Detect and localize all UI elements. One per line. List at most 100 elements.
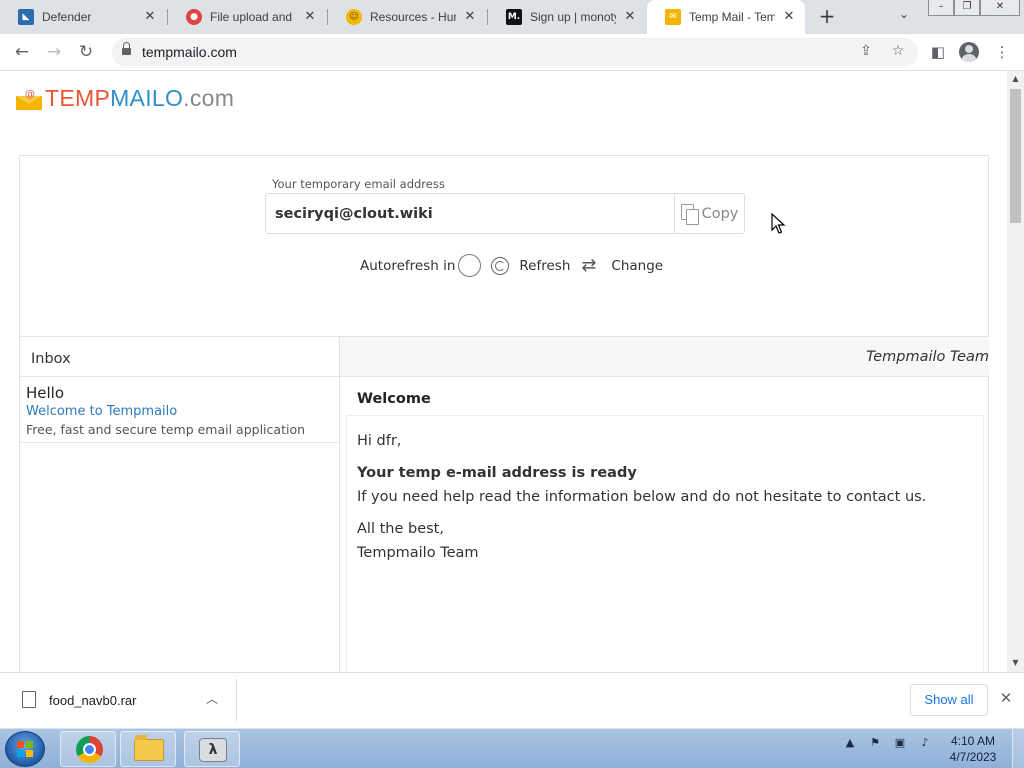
chevron-up-icon[interactable]: ︿ bbox=[204, 690, 220, 706]
system-tray: ▲ ⚑ ▣ ♪ bbox=[842, 735, 933, 751]
reload-icon[interactable]: ↻ bbox=[75, 42, 97, 64]
tab-title: Temp Mail - Temp bbox=[689, 10, 775, 24]
divider bbox=[236, 679, 237, 721]
close-icon[interactable]: ✕ bbox=[998, 690, 1014, 706]
clock[interactable]: 4:10 AM 4/7/2023 bbox=[944, 733, 1002, 765]
logo-text-temp: TEMP bbox=[45, 85, 111, 111]
tab-title: File upload and sh bbox=[210, 10, 296, 24]
logo-text-mailo: MAILO bbox=[110, 85, 184, 111]
tempmailo-logo[interactable]: @ TEMP MAILO .com bbox=[16, 85, 234, 112]
message-body: Hi dfr, Your temp e-mail address is read… bbox=[346, 415, 984, 672]
mail-subject[interactable]: Welcome to Tempmailo bbox=[26, 404, 333, 419]
profile-avatar-icon[interactable] bbox=[959, 42, 979, 62]
show-all-button[interactable]: Show all bbox=[910, 684, 988, 716]
mail-actions: Autorefresh in Refresh ⇄ Change bbox=[360, 254, 663, 277]
bookmark-star-icon[interactable]: ☆ bbox=[888, 43, 908, 63]
clock-time: 4:10 AM bbox=[950, 734, 996, 748]
tray-chevron-icon[interactable]: ▲ bbox=[842, 735, 858, 751]
chrome-icon bbox=[76, 736, 103, 763]
close-icon[interactable]: ✕ bbox=[781, 9, 797, 25]
change-button[interactable]: Change bbox=[611, 258, 663, 274]
flag-alert-icon[interactable]: ⚑ bbox=[867, 735, 883, 751]
email-address-field[interactable]: seciryqi@clout.wiki Copy bbox=[265, 193, 745, 234]
taskbar-app[interactable]: λ bbox=[184, 731, 240, 767]
taskbar-explorer[interactable] bbox=[120, 731, 176, 767]
upload-icon: ● bbox=[186, 9, 202, 25]
volume-muted-icon[interactable]: ♪ bbox=[917, 735, 933, 751]
url-text[interactable]: tempmailo.com bbox=[142, 44, 237, 60]
page-viewport: @ TEMP MAILO .com Your temporary email add… bbox=[0, 71, 1007, 672]
close-icon[interactable]: ✕ bbox=[462, 9, 478, 25]
mouse-cursor-icon bbox=[771, 213, 786, 234]
tab-defender[interactable]: ◣ Defender ✕ bbox=[0, 0, 166, 34]
email-label: Your temporary email address bbox=[272, 177, 445, 191]
restore-button[interactable]: ❐ bbox=[954, 0, 980, 16]
scroll-up-icon[interactable]: ▲ bbox=[1011, 74, 1020, 83]
share-icon[interactable]: ⇪ bbox=[856, 43, 876, 63]
lock-icon[interactable] bbox=[122, 42, 131, 57]
svg-text:@: @ bbox=[25, 89, 35, 100]
tab-search-chevron-icon[interactable]: ⌄ bbox=[894, 7, 914, 27]
close-icon[interactable]: ✕ bbox=[622, 9, 638, 25]
message-header: Tempmailo Team bbox=[340, 336, 989, 377]
refresh-button[interactable]: Refresh bbox=[519, 258, 570, 274]
monotype-icon: M. bbox=[506, 9, 522, 25]
email-address-value[interactable]: seciryqi@clout.wiki bbox=[275, 206, 433, 222]
inbox-header: Inbox bbox=[20, 336, 340, 377]
close-icon[interactable]: ✕ bbox=[142, 9, 158, 25]
message-subject: Welcome bbox=[357, 391, 431, 407]
show-desktop-button[interactable] bbox=[1012, 729, 1024, 768]
forward-arrow-icon[interactable]: → bbox=[43, 42, 65, 64]
refresh-icon[interactable] bbox=[490, 256, 510, 276]
file-icon[interactable] bbox=[22, 691, 36, 708]
address-bar[interactable]: tempmailo.com ⇪ ☆ bbox=[112, 38, 918, 67]
back-arrow-icon[interactable]: ← bbox=[11, 42, 33, 64]
swap-arrows-icon[interactable]: ⇄ bbox=[581, 256, 603, 275]
message-greeting: Hi dfr, bbox=[357, 433, 402, 449]
tab-file-upload[interactable]: ● File upload and sh ✕ bbox=[168, 0, 326, 34]
inbox-list: Hello Welcome to Tempmailo Free, fast an… bbox=[20, 377, 340, 672]
copy-button[interactable]: Copy bbox=[674, 194, 744, 233]
tab-strip: ◣ Defender ✕ ● File upload and sh ✕ ☺ Re… bbox=[0, 0, 1024, 34]
minimize-button[interactable]: – bbox=[928, 0, 954, 16]
message-signoff: All the best, bbox=[357, 521, 444, 537]
list-item[interactable]: Hello Welcome to Tempmailo Free, fast an… bbox=[20, 377, 339, 443]
envelope-icon: ✉ bbox=[665, 9, 681, 25]
tab-title: Sign up | monoty bbox=[530, 10, 616, 24]
download-filename[interactable]: food_navb0.rar bbox=[49, 693, 136, 708]
window-controls: – ❐ ✕ bbox=[928, 0, 1020, 16]
inbox-title: Inbox bbox=[31, 351, 71, 367]
scroll-down-icon[interactable]: ▼ bbox=[1011, 658, 1020, 667]
logo-envelope-icon: @ bbox=[16, 88, 42, 110]
start-button[interactable] bbox=[5, 731, 45, 767]
copy-icon bbox=[680, 203, 699, 225]
tab-resources[interactable]: ☺ Resources - Hung ✕ bbox=[328, 0, 486, 34]
mail-from: Hello bbox=[26, 384, 65, 402]
more-menu-icon[interactable]: ⋮ bbox=[990, 41, 1014, 65]
scrollbar-thumb[interactable] bbox=[1010, 89, 1021, 223]
close-icon[interactable]: ✕ bbox=[302, 9, 318, 25]
message-sender: Tempmailo Team bbox=[866, 349, 989, 365]
message-text: If you need help read the information be… bbox=[357, 489, 927, 505]
network-icon[interactable]: ▣ bbox=[892, 735, 908, 751]
taskbar-chrome[interactable] bbox=[60, 731, 116, 767]
side-panel-icon[interactable]: ◧ bbox=[926, 41, 950, 65]
new-tab-button[interactable]: + bbox=[815, 5, 839, 29]
folder-icon bbox=[134, 735, 164, 761]
windows-logo-icon bbox=[17, 741, 33, 757]
browser-toolbar: ← → ↻ tempmailo.com ⇪ ☆ ◧ ⋮ bbox=[0, 34, 1024, 71]
tab-monotype[interactable]: M. Sign up | monoty ✕ bbox=[488, 0, 646, 34]
message-signature: Tempmailo Team bbox=[357, 545, 479, 561]
message-headline: Your temp e-mail address is ready bbox=[357, 465, 637, 481]
close-window-button[interactable]: ✕ bbox=[980, 0, 1020, 16]
page-scrollbar[interactable]: ▲ ▼ bbox=[1007, 71, 1024, 672]
download-bar: food_navb0.rar ︿ Show all ✕ bbox=[0, 672, 1024, 728]
tab-title: Defender bbox=[42, 10, 92, 24]
mail-preview: Free, fast and secure temp email applica… bbox=[26, 422, 306, 437]
copy-label: Copy bbox=[701, 205, 739, 222]
clock-date: 4/7/2023 bbox=[949, 750, 997, 764]
tab-temp-mail[interactable]: ✉ Temp Mail - Temp ✕ bbox=[647, 0, 805, 34]
tab-title: Resources - Hung bbox=[370, 10, 456, 24]
mail-card: Your temporary email address seciryqi@cl… bbox=[19, 155, 989, 672]
logo-text-com: .com bbox=[183, 85, 235, 111]
